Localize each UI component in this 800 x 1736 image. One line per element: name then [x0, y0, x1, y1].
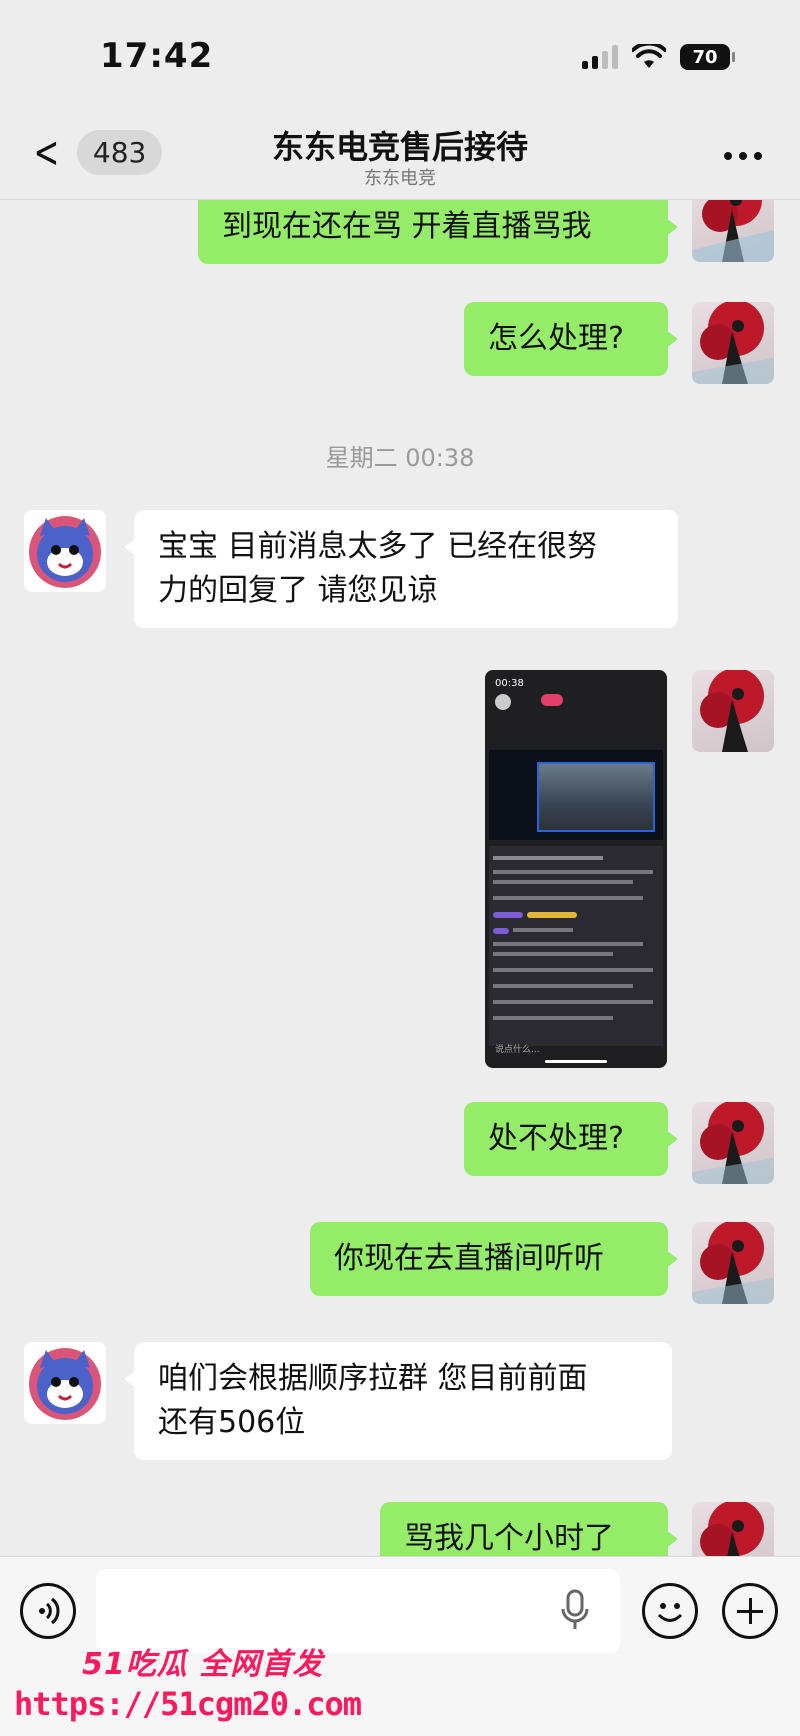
smile-icon	[657, 1603, 683, 1622]
voice-input-button[interactable]	[20, 1583, 76, 1639]
image-message-screenshot[interactable]: 00:38 说点什么...	[485, 670, 667, 1068]
chat-title: 东东电竞售后接待	[271, 128, 528, 166]
message-line: 力的回复了 请您见谅	[158, 573, 438, 608]
my-avatar[interactable]	[692, 670, 774, 752]
message-line: 宝宝 目前消息太多了 已经在很努	[158, 529, 598, 564]
my-avatar[interactable]	[692, 1102, 774, 1184]
chat-header: < 483 东东电竞售后接待 东东电竞	[0, 110, 800, 200]
status-bar: 17:42 70	[0, 0, 800, 110]
message-bubble-sent[interactable]: 怎么处理?	[464, 302, 678, 376]
message-bubble-received[interactable]: 宝宝 目前消息太多了 已经在很努 力的回复了 请您见谅	[124, 510, 678, 628]
message-line: 还有506位	[158, 1405, 306, 1440]
screenshot-input-placeholder: 说点什么...	[495, 1045, 540, 1055]
agent-avatar[interactable]	[24, 510, 106, 592]
chat-messages: 到现在还在骂 开着直播骂我 怎么处理? 星期二 00:38 宝宝 目前消息太多了…	[0, 200, 800, 1556]
watermark-url: https://51cgm20.com	[14, 1685, 362, 1723]
status-time: 17:42	[100, 36, 214, 76]
agent-avatar[interactable]	[24, 1342, 106, 1424]
cellular-signal-icon	[582, 45, 618, 69]
status-icons: 70	[582, 44, 735, 70]
my-avatar[interactable]	[692, 1502, 774, 1556]
my-avatar[interactable]	[692, 302, 774, 384]
message-bubble-sent[interactable]: 到现在还在骂 开着直播骂我	[198, 200, 678, 264]
message-input-bar: 51吃瓜 全网首发 https://51cgm20.com	[0, 1556, 800, 1736]
chat-subtitle: 东东电竞	[364, 168, 436, 189]
more-options-icon[interactable]	[724, 152, 762, 160]
plus-icon[interactable]	[722, 1583, 778, 1639]
voice-icon	[39, 1597, 60, 1625]
message-bubble-sent[interactable]: 你现在去直播间听听	[310, 1222, 678, 1296]
emoji-button[interactable]	[642, 1583, 698, 1639]
screenshot-time: 00:38	[495, 678, 524, 689]
watermark-brand: 51吃瓜 全网首发	[82, 1647, 324, 1682]
my-avatar[interactable]	[692, 200, 774, 262]
message-bubble-received[interactable]: 咱们会根据顺序拉群 您目前前面 还有506位	[124, 1342, 672, 1460]
mic-icon[interactable]	[560, 1589, 590, 1635]
message-bubble-sent[interactable]: 骂我几个小时了	[380, 1502, 678, 1556]
my-avatar[interactable]	[692, 1222, 774, 1304]
battery-icon: 70	[680, 44, 735, 70]
message-bubble-sent[interactable]: 处不处理?	[464, 1102, 678, 1176]
message-line: 咱们会根据顺序拉群 您目前前面	[158, 1361, 588, 1396]
battery-level: 70	[692, 46, 718, 68]
message-timestamp: 星期二 00:38	[325, 444, 475, 472]
wifi-icon	[632, 44, 666, 68]
